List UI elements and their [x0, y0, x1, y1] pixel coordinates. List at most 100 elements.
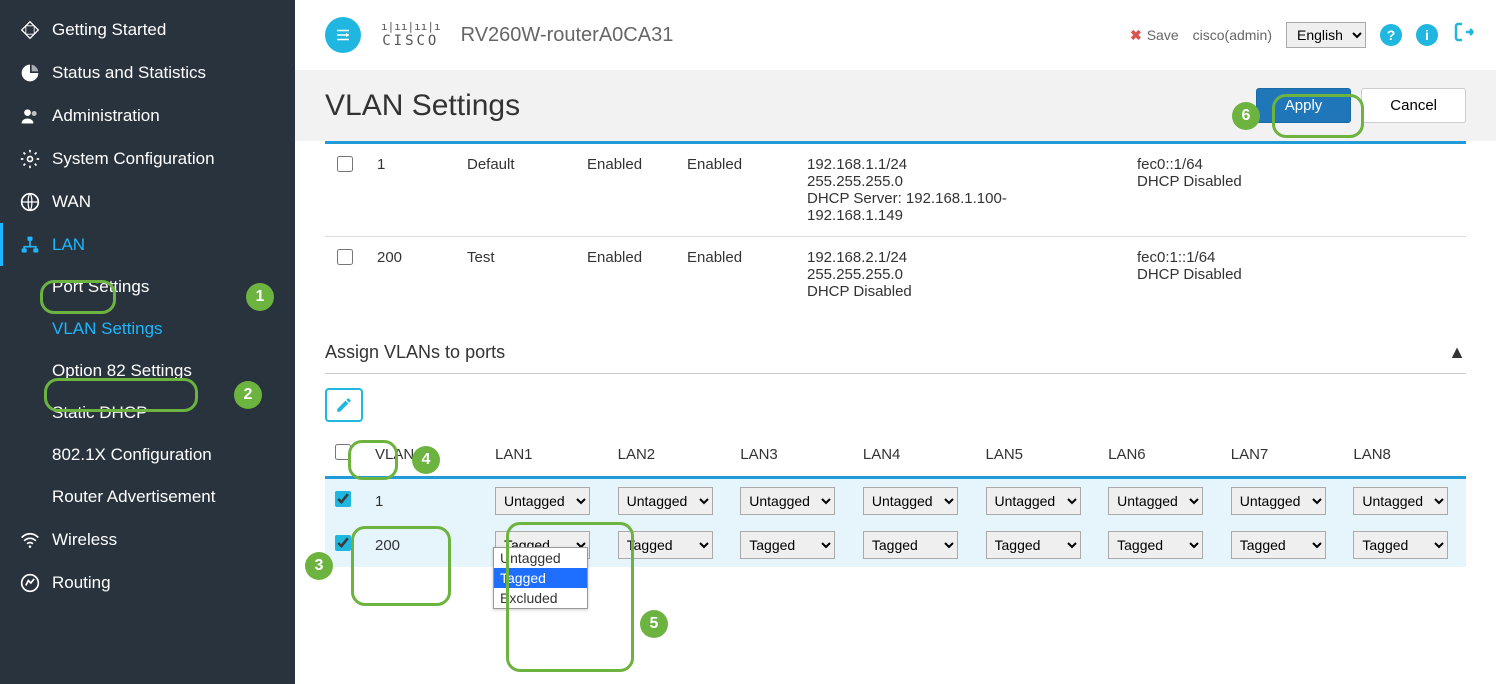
port-select-lan2[interactable]: Tagged: [618, 531, 713, 559]
port-hdr-lan2: LAN2: [608, 432, 731, 478]
port-select-lan2[interactable]: Untagged: [618, 487, 713, 515]
port-select-lan5[interactable]: Tagged: [986, 531, 1081, 559]
sidebar-sub-8021x[interactable]: 802.1X Configuration: [0, 434, 295, 476]
save-button[interactable]: ✖ Save: [1130, 27, 1179, 44]
row-checkbox[interactable]: [337, 249, 353, 265]
page-title: VLAN Settings: [325, 89, 520, 123]
port-hdr-lan3: LAN3: [730, 432, 853, 478]
vlan-name-cell: Default: [455, 143, 575, 237]
callout-number: 4: [412, 446, 440, 474]
sidebar-item-label: LAN: [52, 235, 85, 255]
port-row-vlanid: 200: [365, 523, 485, 567]
port-select-lan1[interactable]: Untagged: [495, 487, 590, 515]
port-select-lan6[interactable]: Tagged: [1108, 531, 1203, 559]
port-select-lan6[interactable]: Untagged: [1108, 487, 1203, 515]
management-cell: Enabled: [675, 237, 795, 313]
sidebar-item-admin[interactable]: Administration: [0, 94, 295, 137]
sidebar-item-label: Routing: [52, 573, 111, 593]
sidebar-item-lan[interactable]: LAN: [0, 223, 295, 266]
help-icon[interactable]: ?: [1380, 24, 1402, 46]
unsaved-icon: ✖: [1130, 27, 1142, 44]
routing-cell: Enabled: [575, 237, 675, 313]
row-checkbox[interactable]: [335, 491, 351, 507]
sidebar-item-wan[interactable]: WAN: [0, 180, 295, 223]
vlan-table-row: 200 Test Enabled Enabled 192.168.2.1/24 …: [325, 237, 1466, 313]
port-hdr-lan8: LAN8: [1343, 432, 1466, 478]
row-checkbox[interactable]: [337, 156, 353, 172]
dropdown-option[interactable]: Tagged: [494, 568, 587, 588]
network-icon: [18, 235, 42, 255]
globe-icon: [18, 192, 42, 212]
callout-number: 2: [234, 381, 262, 409]
vlan-id-cell: 200: [365, 237, 455, 313]
dropdown-option[interactable]: Untagged: [494, 548, 587, 568]
wifi-icon: [18, 530, 42, 550]
port-hdr-lan4: LAN4: [853, 432, 976, 478]
callout-number: 3: [305, 552, 333, 580]
sidebar-item-label: WAN: [52, 192, 91, 212]
port-select-lan7[interactable]: Tagged: [1231, 531, 1326, 559]
callout-number: 5: [640, 610, 668, 638]
sidebar: Getting Started Status and Statistics Ad…: [0, 0, 295, 684]
users-icon: [18, 106, 42, 126]
port-select-lan4[interactable]: Untagged: [863, 487, 958, 515]
sidebar-item-sysconfig[interactable]: System Configuration: [0, 137, 295, 180]
sidebar-sub-label: Port Settings: [52, 277, 149, 297]
callout-number: 6: [1232, 102, 1260, 130]
vlan-table: 1 Default Enabled Enabled 192.168.1.1/24…: [325, 141, 1466, 312]
port-select-lan4[interactable]: Tagged: [863, 531, 958, 559]
sidebar-item-label: Administration: [52, 106, 160, 126]
ipv6-cell: fec0::1/64 DHCP Disabled: [1125, 143, 1466, 237]
sidebar-item-label: Getting Started: [52, 20, 166, 40]
info-icon[interactable]: i: [1416, 24, 1438, 46]
port-select-lan8[interactable]: Untagged: [1353, 487, 1448, 515]
sidebar-sub-label: Option 82 Settings: [52, 361, 192, 381]
router-name: RV260W-routerA0CA31: [461, 24, 674, 47]
sidebar-sub-vlan-settings[interactable]: VLAN Settings: [0, 308, 295, 350]
assign-vlans-section-header[interactable]: Assign VLANs to ports ▲: [325, 342, 1466, 374]
routing-icon: [18, 573, 42, 593]
sidebar-item-label: Wireless: [52, 530, 117, 550]
topbar: ı|ıı|ıı|ı CISCO RV260W-routerA0CA31 ✖ Sa…: [295, 0, 1496, 70]
port-hdr-lan7: LAN7: [1221, 432, 1344, 478]
sidebar-sub-label: VLAN Settings: [52, 319, 163, 339]
gear-icon: [18, 149, 42, 169]
apply-button[interactable]: Apply: [1256, 88, 1352, 123]
sidebar-item-routing[interactable]: Routing: [0, 561, 295, 604]
main: ı|ıı|ıı|ı CISCO RV260W-routerA0CA31 ✖ Sa…: [295, 0, 1496, 684]
diamond-icon: [18, 20, 42, 40]
pie-chart-icon: [18, 63, 42, 83]
callout-number: 1: [246, 283, 274, 311]
sidebar-item-label: Status and Statistics: [52, 63, 206, 83]
logout-icon[interactable]: [1452, 20, 1476, 50]
cisco-logo: ı|ıı|ıı|ı CISCO: [381, 23, 441, 46]
sidebar-sub-label: Static DHCP: [52, 403, 147, 423]
dropdown-option[interactable]: Excluded: [494, 588, 587, 608]
select-all-checkbox[interactable]: [335, 444, 351, 460]
sidebar-item-label: System Configuration: [52, 149, 215, 169]
port-select-dropdown-open[interactable]: Untagged Tagged Excluded: [493, 547, 588, 609]
port-select-lan8[interactable]: Tagged: [1353, 531, 1448, 559]
sidebar-item-wireless[interactable]: Wireless: [0, 518, 295, 561]
ipv6-cell: fec0:1::1/64 DHCP Disabled: [1125, 237, 1466, 313]
sidebar-sub-label: Router Advertisement: [52, 487, 215, 507]
vlan-table-row: 1 Default Enabled Enabled 192.168.1.1/24…: [325, 143, 1466, 237]
user-display[interactable]: cisco(admin): [1193, 27, 1272, 43]
port-select-lan3[interactable]: Tagged: [740, 531, 835, 559]
port-table-row: 1 Untagged Untagged Untagged Untagged Un…: [325, 478, 1466, 524]
sidebar-item-status[interactable]: Status and Statistics: [0, 51, 295, 94]
row-checkbox[interactable]: [335, 535, 351, 551]
cancel-button[interactable]: Cancel: [1361, 88, 1466, 123]
port-hdr-lan5: LAN5: [976, 432, 1099, 478]
section-title: Assign VLANs to ports: [325, 342, 505, 363]
collapse-menu-button[interactable]: [325, 17, 361, 53]
routing-cell: Enabled: [575, 143, 675, 237]
edit-button[interactable]: [325, 388, 363, 422]
chevron-up-icon[interactable]: ▲: [1448, 342, 1466, 363]
port-select-lan5[interactable]: Untagged: [986, 487, 1081, 515]
port-select-lan7[interactable]: Untagged: [1231, 487, 1326, 515]
language-select[interactable]: English: [1286, 22, 1366, 48]
port-select-lan3[interactable]: Untagged: [740, 487, 835, 515]
sidebar-sub-router-adv[interactable]: Router Advertisement: [0, 476, 295, 518]
sidebar-item-getting-started[interactable]: Getting Started: [0, 8, 295, 51]
